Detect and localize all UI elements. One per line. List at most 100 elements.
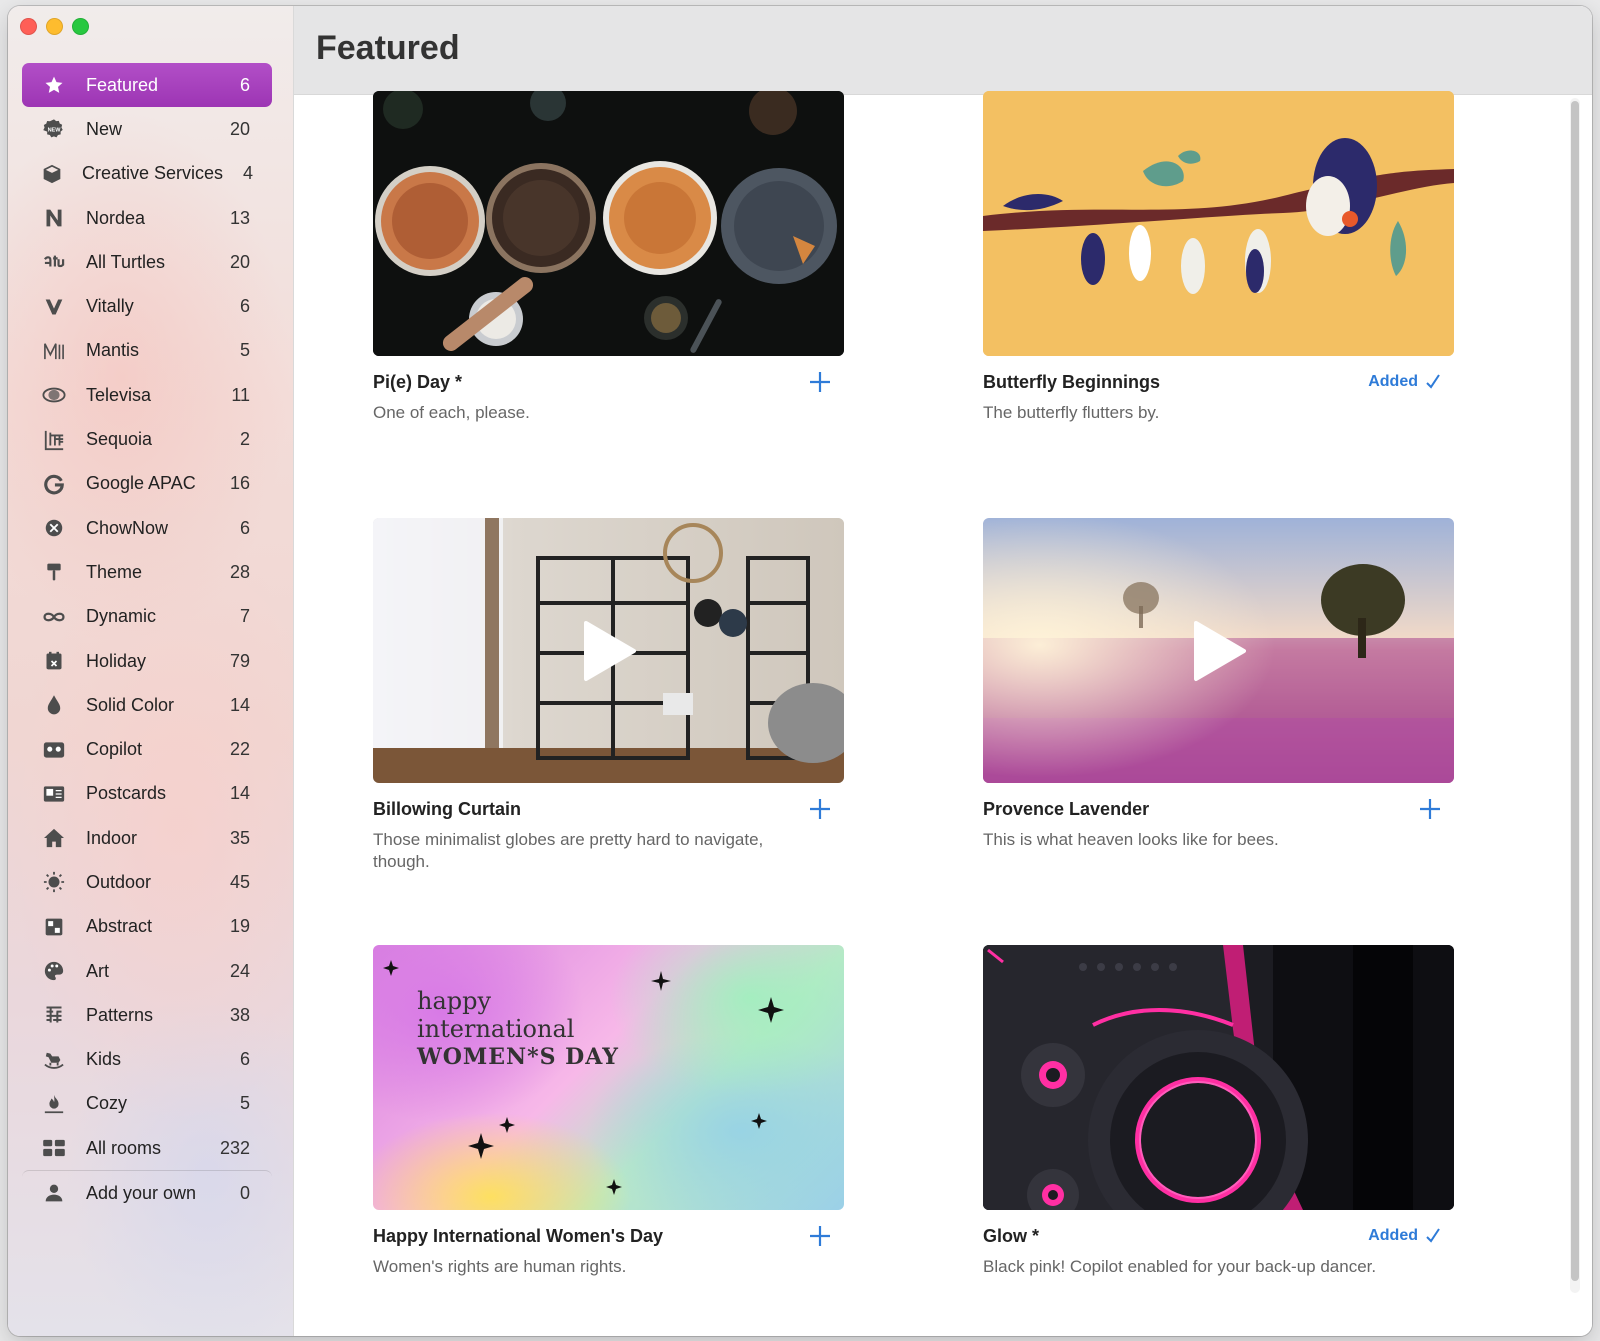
patterns-icon [42,1003,66,1027]
sidebar-item-outdoor[interactable]: Outdoor 45 [22,860,272,904]
sidebar-item-count: 6 [239,1049,250,1070]
app-window: Featured 6 NEW New 20 Creative Services … [8,6,1592,1336]
sidebar-item-count: 45 [229,871,250,892]
palette-icon [42,959,66,983]
play-icon[interactable] [582,620,636,682]
google-g-icon [42,472,66,496]
card-title: Provence Lavender [983,798,1150,819]
sidebar-item-solid-color[interactable]: Solid Color 14 [22,683,272,727]
sidebar-item-count: 5 [239,340,250,361]
wallpaper-card[interactable]: Billowing Curtain Those minimalist globe… [373,518,844,873]
grid-icon [42,1136,66,1160]
close-window-button[interactable] [20,18,37,35]
checkmark-icon [1426,1228,1440,1243]
sidebar-item-patterns[interactable]: Patterns 38 [22,993,272,1037]
sidebar-item-mantis[interactable]: Mantis 5 [22,329,272,373]
add-button[interactable] [809,798,831,820]
sidebar-item-art[interactable]: Art 24 [22,949,272,993]
abstract-icon [42,915,66,939]
fireplace-icon [42,1092,66,1116]
sidebar-item-count: 22 [229,739,250,760]
sidebar-item-label: Nordea [86,207,146,228]
sidebar-item-add-your-own[interactable]: Add your own 0 [22,1170,272,1214]
sidebar-item-theme[interactable]: Theme 28 [22,550,272,594]
sidebar-item-copilot[interactable]: Copilot 22 [22,727,272,771]
sidebar-item-count: 19 [229,916,250,937]
sidebar-item-label: Solid Color [86,694,175,715]
sidebar-item-count: 6 [239,296,250,317]
sidebar-item-kids[interactable]: Kids 6 [22,1038,272,1082]
sidebar-item-count: 6 [239,517,250,538]
sidebar-item-label: Holiday [86,650,147,671]
sidebar-item-count: 13 [229,207,250,228]
sidebar-item-chownow[interactable]: ChowNow 6 [22,506,272,550]
sidebar-item-label: ChowNow [86,517,169,538]
sidebar: Featured 6 NEW New 20 Creative Services … [8,6,294,1336]
wallpaper-card[interactable]: Pi(e) Day * One of each, please. [373,91,844,424]
wallpaper-card[interactable]: Glow * Added Black pink! Copilot enabled… [983,945,1454,1278]
sidebar-item-dynamic[interactable]: Dynamic 7 [22,595,272,639]
sidebar-item-sequoia[interactable]: Sequoia 2 [22,417,272,461]
drop-icon [42,693,66,717]
sidebar-item-count: 5 [239,1093,250,1114]
billowing-curtain-thumbnail[interactable] [373,518,844,783]
minimize-window-button[interactable] [46,18,63,35]
sidebar-item-count: 0 [239,1182,250,1203]
womens-day-thumbnail[interactable]: happy international WOMEN*S DAY [373,945,844,1210]
sidebar-item-label: Creative Services [82,163,224,184]
sidebar-item-holiday[interactable]: Holiday 79 [22,639,272,683]
sidebar-item-indoor[interactable]: Indoor 35 [22,816,272,860]
add-button[interactable] [809,1225,831,1247]
sidebar-item-count: 232 [219,1137,250,1158]
card-description: The butterfly flutters by. [983,403,1160,422]
card-description: One of each, please. [373,403,530,422]
wallpaper-card[interactable]: happy international WOMEN*S DAY Happy In… [373,945,844,1278]
sidebar-item-all-turtles[interactable]: All Turtles 20 [22,240,272,284]
sidebar-item-vitally[interactable]: Vitally 6 [22,284,272,328]
sidebar-item-label: Theme [86,561,143,582]
main-content: Featured Pi(e) Day * One of each, please… [294,6,1592,1336]
sidebar-item-label: All Turtles [86,251,166,272]
add-button[interactable] [1419,798,1441,820]
sidebar-item-label: Televisa [86,384,152,405]
calendar-icon [42,649,66,673]
added-status[interactable]: Added [1368,1227,1442,1245]
card-description: Black pink! Copilot enabled for your bac… [983,1257,1377,1276]
sidebar-item-label: Dynamic [86,606,157,627]
wallpaper-card[interactable]: Butterfly Beginnings Added The butterfly… [983,91,1454,424]
sidebar-item-all-rooms[interactable]: All rooms 232 [22,1126,272,1170]
zoom-window-button[interactable] [72,18,89,35]
sidebar-item-label: All rooms [86,1137,162,1158]
sidebar-item-nordea[interactable]: Nordea 13 [22,196,272,240]
provence-lavender-thumbnail[interactable] [983,518,1454,783]
sidebar-item-televisa[interactable]: Televisa 11 [22,373,272,417]
nordea-n-icon [42,206,66,230]
sidebar-item-label: Art [86,960,110,981]
sidebar-item-count: 20 [229,118,250,139]
sun-icon [42,870,66,894]
sidebar-item-abstract[interactable]: Abstract 19 [22,905,272,949]
add-button[interactable] [809,371,831,393]
added-status[interactable]: Added [1368,373,1442,391]
card-title: Glow * [983,1225,1040,1246]
vertical-scrollbar[interactable] [1570,98,1580,1293]
sidebar-item-featured[interactable]: Featured 6 [22,63,272,108]
star-icon [42,73,66,97]
scrollbar-thumb[interactable] [1571,101,1579,1281]
card-title: Pi(e) Day * [373,371,463,392]
sidebar-item-cozy[interactable]: Cozy 5 [22,1082,272,1126]
glow-thumbnail[interactable] [983,945,1454,1210]
sidebar-item-count: 16 [229,473,250,494]
infinity-icon [42,605,66,629]
sidebar-item-postcards[interactable]: Postcards 14 [22,772,272,816]
pie-day-thumbnail[interactable] [373,91,844,356]
sidebar-item-label: Mantis [86,340,140,361]
play-icon[interactable] [1192,620,1246,682]
sidebar-item-creative-services[interactable]: Creative Services 4 [22,152,272,196]
butterfly-beginnings-thumbnail[interactable] [983,91,1454,356]
sidebar-item-google-apac[interactable]: Google APAC 16 [22,462,272,506]
sidebar-item-new[interactable]: NEW New 20 [22,107,272,151]
house-icon [42,826,66,850]
sidebar-item-label: Google APAC [86,473,196,494]
wallpaper-card[interactable]: Provence Lavender This is what heaven lo… [983,518,1454,851]
